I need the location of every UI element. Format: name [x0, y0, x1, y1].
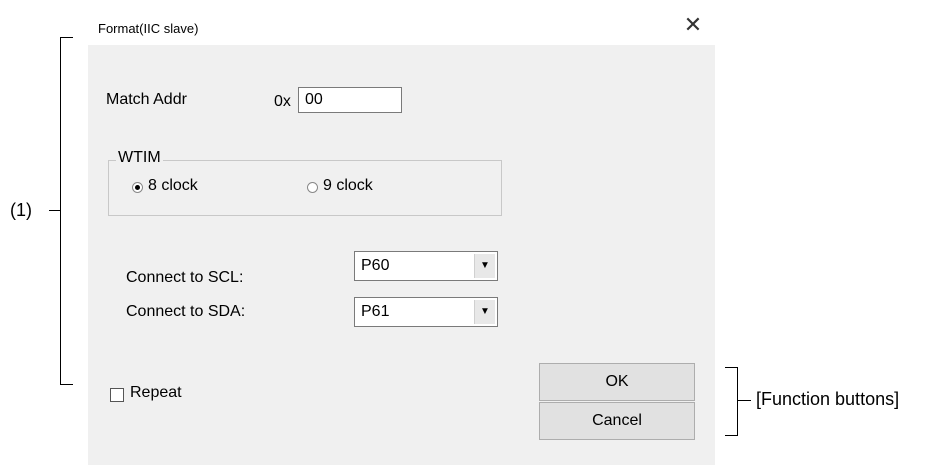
radio-9-clock-label: 9 clock: [323, 177, 373, 194]
ok-button[interactable]: OK: [539, 363, 695, 401]
chevron-down-icon[interactable]: ▼: [474, 254, 495, 278]
close-icon[interactable]: ✕: [681, 13, 705, 37]
sda-label: Connect to SDA:: [126, 303, 246, 320]
match-addr-prefix: 0x: [274, 93, 291, 110]
repeat-label: Repeat: [130, 384, 182, 401]
region-1-bracket-tick: [49, 210, 60, 211]
function-buttons-bracket: [725, 367, 738, 436]
radio-8-clock-label: 8 clock: [148, 177, 198, 194]
scl-select[interactable]: P60 ▼: [354, 251, 498, 281]
sda-select-value: P61: [361, 303, 390, 320]
dialog-title: Format(IIC slave): [98, 21, 199, 36]
region-1-label: (1): [10, 200, 32, 220]
region-1-bracket: [60, 37, 73, 385]
scl-select-value: P60: [361, 257, 390, 274]
cancel-button[interactable]: Cancel: [539, 402, 695, 440]
match-addr-label: Match Addr: [106, 91, 187, 108]
function-buttons-bracket-tick: [737, 400, 751, 401]
title-bar: Format(IIC slave) ✕: [88, 7, 715, 45]
wtim-legend: WTIM: [116, 149, 163, 167]
scl-label: Connect to SCL:: [126, 269, 244, 286]
repeat-checkbox[interactable]: [110, 388, 124, 402]
sda-select[interactable]: P61 ▼: [354, 297, 498, 327]
radio-8-clock-indicator[interactable]: [132, 182, 143, 193]
format-iic-slave-dialog: Format(IIC slave) ✕ Match Addr 0x WTIM 8…: [88, 7, 715, 465]
match-addr-input[interactable]: [298, 87, 402, 113]
radio-9-clock-indicator[interactable]: [307, 182, 318, 193]
chevron-down-icon[interactable]: ▼: [474, 300, 495, 324]
function-buttons-label: [Function buttons]: [756, 389, 900, 409]
